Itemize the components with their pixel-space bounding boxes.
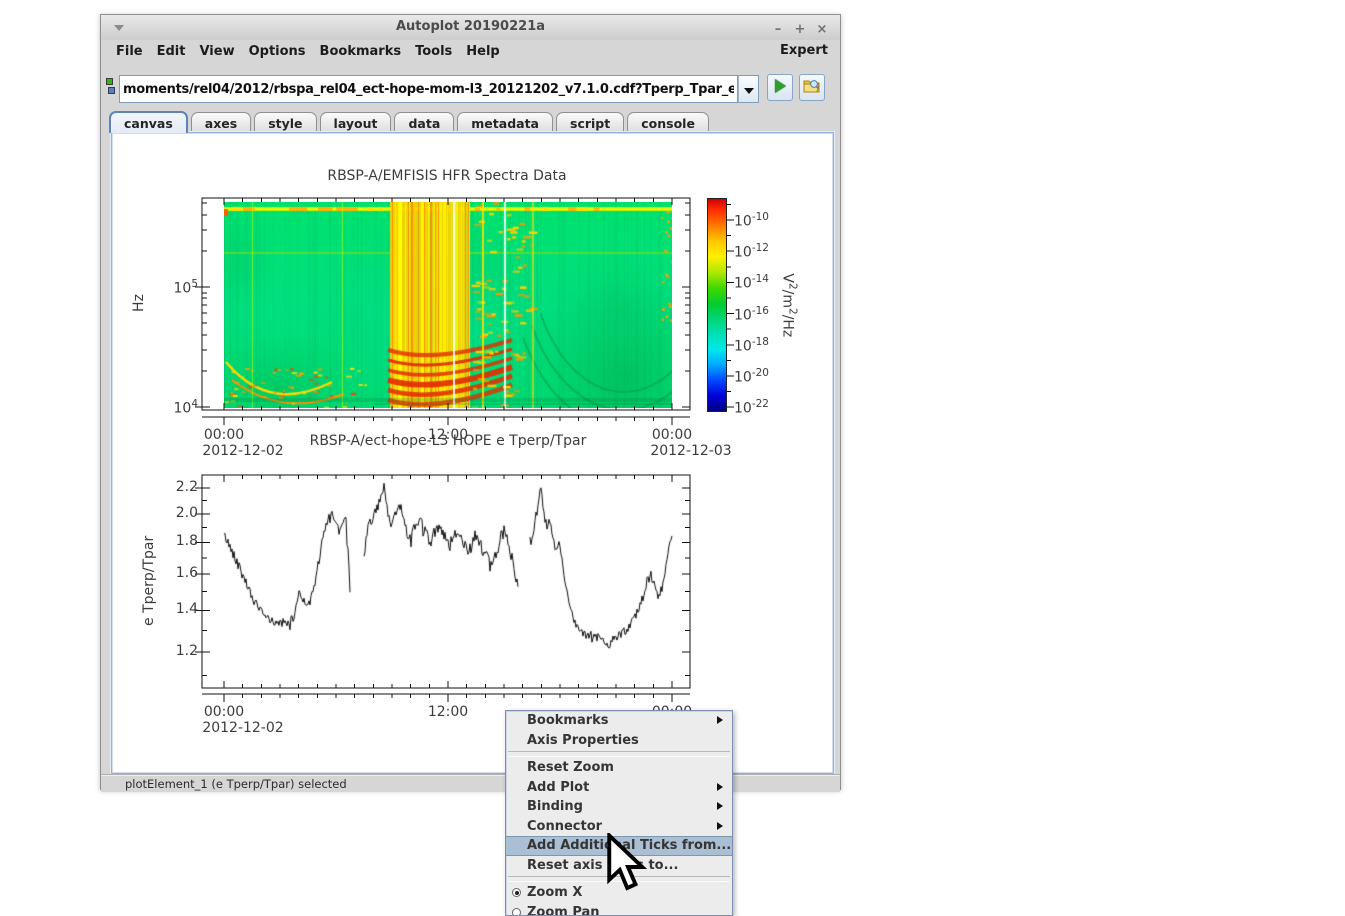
plot2-xaxis-date-label: 2012-12-02 [202,720,284,736]
submenu-arrow-icon [717,716,723,724]
plot1-xaxis-time-label: 12:00 [427,427,469,443]
tab-bar: canvas axes style layout data metadata script c… [109,111,832,133]
tab-script[interactable]: script [556,112,625,133]
plot1-xaxis-time-label: 00:00 [651,427,693,443]
plot1-ytick-1e4: 104 [173,398,198,417]
play-icon [774,79,786,93]
plot2-ytick-label: 2.0 [175,504,198,521]
colorbar-tick-label: 10-12 [734,242,769,261]
window-title: Autoplot 20190221a [395,19,546,34]
context-menu-item-zoom-x[interactable]: Zoom X [506,883,732,903]
context-menu-item-add-plot[interactable]: Add Plot [506,778,732,798]
tab-metadata[interactable]: metadata [457,112,553,133]
expert-mode-label[interactable]: Expert [780,43,828,58]
menu-separator [508,751,730,757]
colorbar-tick-label: 10-18 [734,335,769,355]
plot1-ytick-1e5: 105 [173,278,198,297]
plot-go-button[interactable] [767,74,793,101]
menu-bookmarks[interactable]: Bookmarks [320,44,402,59]
context-menu-item-zoom-pan[interactable]: Zoom Pan [506,903,732,915]
autoplot-window: Autoplot 20190221a – + × File Edit View Optio… [100,14,841,792]
menu-file[interactable]: File [116,44,143,59]
tab-console[interactable]: console [627,112,709,133]
chevron-down-icon [743,87,754,94]
tab-axes[interactable]: axes [190,112,252,133]
close-button[interactable]: × [814,22,830,37]
uri-input[interactable] [119,75,738,103]
context-menu-item-reset-zoom[interactable]: Reset Zoom [506,758,732,778]
colorbar-tick-label: 10-14 [734,273,769,293]
minimize-button[interactable]: – [770,22,786,37]
canvas-panel[interactable]: RBSP-A/EMFISIS HFR Spectra Data Hz V2/m2… [111,132,834,774]
context-menu-item-add-additional-ticks-from[interactable]: Add Additional Ticks from... [506,836,732,856]
folder-icon [803,80,820,93]
menu-edit[interactable]: Edit [157,44,186,59]
colorbar-tick-label: 10-16 [734,304,769,324]
colorbar-tick-label: 10-22 [734,398,769,417]
menu-options[interactable]: Options [249,44,306,59]
plot2-ytick-label: 1.2 [175,642,198,659]
datasource-type-icon [106,78,116,98]
open-file-button[interactable] [799,74,825,101]
status-text: plotElement_1 (e Tperp/Tpar) selected [125,777,347,791]
menu-help[interactable]: Help [466,44,499,59]
titlebar[interactable]: Autoplot 20190221a – + × [101,15,840,41]
colorbar-tick-label: 10-20 [734,367,769,386]
plot2-ytick-label: 1.6 [175,565,198,582]
plot1-xaxis-date-label: 2012-12-02 [202,443,284,459]
menu-separator [508,876,730,882]
uri-dropdown-button[interactable] [738,75,759,103]
plot2-xaxis-time-label: 00:00 [203,704,245,720]
plot1-xaxis-time-label: 00:00 [203,427,245,443]
submenu-arrow-icon [717,802,723,810]
context-menu-item-axis-properties[interactable]: Axis Properties [506,731,732,751]
submenu-arrow-icon [717,821,723,830]
tab-layout[interactable]: layout [319,112,392,133]
context-menu-item-binding[interactable]: Binding [506,797,732,817]
radio-selected-icon [512,888,521,897]
menu-view[interactable]: View [199,44,234,59]
context-menu-item-connector[interactable]: Connector [506,817,732,837]
menu-tools[interactable]: Tools [415,44,452,59]
plot2-ytick-label: 1.8 [175,533,198,550]
tab-canvas[interactable]: canvas [109,111,188,133]
uri-toolbar [101,62,840,111]
window-controls: – + × [764,18,830,37]
colorbar-tick-label: 10-10 [734,211,769,230]
tab-style[interactable]: style [254,112,317,133]
radio-icon [512,907,521,915]
plot2-xaxis-time-label: 12:00 [427,704,469,720]
context-menu-item-reset-axis-units-to[interactable]: Reset axis units to... [506,856,732,876]
desktop: Autoplot 20190221a – + × File Edit View Optio… [0,0,1345,916]
submenu-arrow-icon [717,782,723,791]
plot2-ytick-label: 1.4 [175,601,198,618]
context-menu-item-bookmarks[interactable]: Bookmarks [506,711,732,731]
plot2-ytick-label: 2.2 [175,479,198,495]
context-menu: Bookmarks Axis Properties Reset Zoom Add Pl… [505,710,733,916]
maximize-button[interactable]: + [792,22,808,37]
tab-data[interactable]: data [394,112,455,133]
plot1-xaxis-date-label: 2012-12-03 [650,443,732,459]
menubar: File Edit View Options Bookmarks Tools Help Ex… [101,40,840,62]
